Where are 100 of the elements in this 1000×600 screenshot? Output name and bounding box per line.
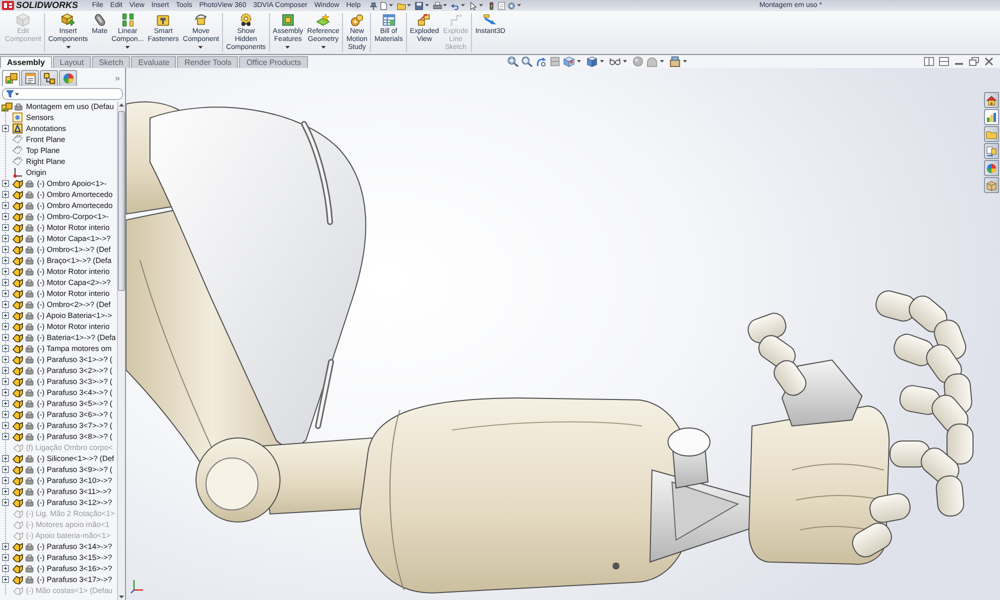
scroll-up-icon[interactable]: [118, 102, 125, 108]
sphere-icon[interactable]: [632, 56, 644, 67]
expand-icon[interactable]: [2, 235, 8, 242]
zoom-area-icon[interactable]: [520, 56, 533, 67]
tile-horizontal-icon[interactable]: [924, 57, 934, 66]
display-state-icon: [25, 488, 34, 496]
zoom-fit-icon[interactable]: [506, 56, 519, 67]
command-tab[interactable]: Assembly: [0, 56, 52, 68]
task-pane-tab[interactable]: [984, 109, 999, 125]
panel-tab[interactable]: [40, 70, 58, 86]
command-tab[interactable]: Sketch: [92, 56, 130, 68]
task-pane-tab[interactable]: [984, 143, 999, 159]
expand-icon[interactable]: [2, 191, 8, 198]
command-tab[interactable]: Evaluate: [131, 56, 176, 68]
tile-vertical-icon[interactable]: [939, 57, 949, 66]
expand-icon[interactable]: [2, 268, 8, 275]
caret-icon[interactable]: [388, 4, 393, 7]
expand-icon[interactable]: [2, 433, 8, 440]
caret-icon[interactable]: [478, 4, 483, 7]
expand-icon[interactable]: [2, 499, 8, 506]
print-icon[interactable]: [432, 2, 442, 10]
expand-icon[interactable]: [2, 323, 8, 330]
expand-icon[interactable]: [2, 224, 8, 231]
caret-icon[interactable]: [285, 46, 290, 49]
expand-icon[interactable]: [2, 345, 8, 352]
expand-icon[interactable]: [2, 543, 8, 550]
expand-icon[interactable]: [2, 477, 8, 484]
command-tab[interactable]: Layout: [52, 56, 91, 68]
expand-icon[interactable]: [2, 213, 8, 220]
caret-icon[interactable]: [576, 60, 581, 63]
part-icon: [12, 564, 24, 574]
expand-icon[interactable]: [2, 389, 8, 396]
file-properties-icon[interactable]: [496, 2, 506, 10]
view-orientation-icon[interactable]: [562, 56, 575, 67]
glasses-icon[interactable]: [608, 56, 621, 67]
caret-icon[interactable]: [424, 4, 429, 7]
expand-icon[interactable]: [2, 466, 8, 473]
expand-icon[interactable]: [2, 312, 8, 319]
part-icon: [12, 354, 24, 364]
expand-icon[interactable]: [2, 576, 8, 583]
panel-tab[interactable]: [21, 70, 39, 86]
rebuild-icon[interactable]: [486, 2, 496, 10]
scrollbar-track[interactable]: [117, 102, 125, 600]
expand-icon[interactable]: [2, 356, 8, 363]
scroll-down-icon[interactable]: [118, 594, 125, 600]
expand-icon[interactable]: [2, 411, 8, 418]
expand-icon[interactable]: [2, 554, 8, 561]
caret-icon[interactable]: [622, 60, 627, 63]
expand-icon[interactable]: [2, 400, 8, 407]
expand-icon[interactable]: [2, 367, 8, 374]
expand-icon[interactable]: [2, 279, 8, 286]
caret-icon[interactable]: [406, 4, 411, 7]
part-icon: [12, 222, 24, 232]
expand-icon[interactable]: [2, 488, 8, 495]
task-pane-tab[interactable]: [984, 160, 999, 176]
expand-icon[interactable]: [2, 455, 8, 462]
expand-icon[interactable]: [2, 290, 8, 297]
caret-icon[interactable]: [600, 60, 604, 63]
task-pane-tab[interactable]: [984, 177, 999, 193]
caret-icon[interactable]: [125, 46, 130, 49]
command-tab[interactable]: Office Products: [239, 56, 308, 68]
scrollbar-thumb[interactable]: [118, 111, 125, 291]
caret-icon[interactable]: [66, 46, 71, 49]
expand-icon[interactable]: [2, 422, 8, 429]
expand-icon[interactable]: [2, 301, 8, 308]
expand-icon[interactable]: [2, 378, 8, 385]
previous-view-icon[interactable]: [534, 56, 547, 67]
caret-icon[interactable]: [516, 4, 521, 7]
expand-icon[interactable]: [2, 257, 8, 264]
save-icon[interactable]: [414, 2, 424, 10]
expand-icon[interactable]: [2, 246, 8, 253]
caret-icon[interactable]: [460, 4, 465, 7]
section-view-icon[interactable]: [548, 56, 561, 67]
filter-field[interactable]: [2, 88, 123, 100]
caret-icon[interactable]: [320, 46, 326, 49]
display-style-icon[interactable]: [586, 56, 598, 67]
expand-icon[interactable]: [2, 334, 8, 341]
pointer-icon[interactable]: [468, 2, 478, 10]
more-chevron[interactable]: »: [114, 70, 123, 86]
part-icon: [12, 332, 24, 342]
caret-icon[interactable]: [660, 60, 664, 63]
settings-icon[interactable]: [506, 2, 516, 10]
undo-icon[interactable]: [450, 2, 460, 10]
caret-icon[interactable]: [15, 92, 19, 96]
task-pane-tab[interactable]: [984, 126, 999, 142]
close-icon[interactable]: [984, 57, 994, 66]
expand-icon[interactable]: [2, 180, 8, 187]
expand-icon[interactable]: [2, 565, 8, 572]
restore-icon[interactable]: [969, 57, 979, 66]
caret-icon[interactable]: [442, 4, 447, 7]
caret-icon[interactable]: [682, 60, 687, 63]
panel-tab[interactable]: [2, 70, 20, 86]
caret-icon[interactable]: [198, 46, 204, 49]
expand-icon[interactable]: [2, 202, 8, 209]
command-tab[interactable]: Render Tools: [177, 56, 238, 68]
pin-icon[interactable]: [368, 2, 378, 10]
view-settings-icon[interactable]: [668, 56, 681, 67]
task-pane-tab[interactable]: [984, 92, 999, 108]
panel-tab[interactable]: [59, 70, 77, 86]
expand-icon[interactable]: [2, 125, 8, 132]
